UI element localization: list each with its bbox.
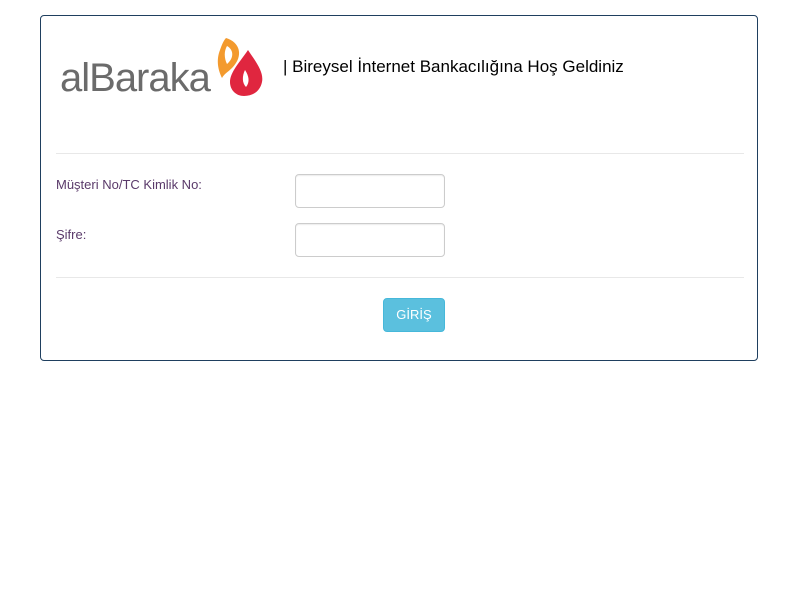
password-input[interactable] xyxy=(295,223,445,257)
login-panel: alBaraka | Bireysel İnternet Bankacılığı… xyxy=(40,15,758,361)
login-header: alBaraka | Bireysel İnternet Bankacılığı… xyxy=(41,16,757,154)
customer-id-input[interactable] xyxy=(295,174,445,208)
divider-top xyxy=(56,153,744,154)
password-label: Şifre: xyxy=(56,227,87,242)
welcome-heading: | Bireysel İnternet Bankacılığına Hoş Ge… xyxy=(283,57,624,76)
login-button[interactable]: GİRİŞ xyxy=(383,298,445,332)
divider-bottom xyxy=(56,277,744,278)
logo-wordmark: alBaraka xyxy=(60,56,211,100)
albaraka-logo[interactable]: alBaraka xyxy=(60,36,265,98)
drop-logo-icon xyxy=(217,38,263,96)
customer-id-label: Müşteri No/TC Kimlik No: xyxy=(56,177,202,192)
